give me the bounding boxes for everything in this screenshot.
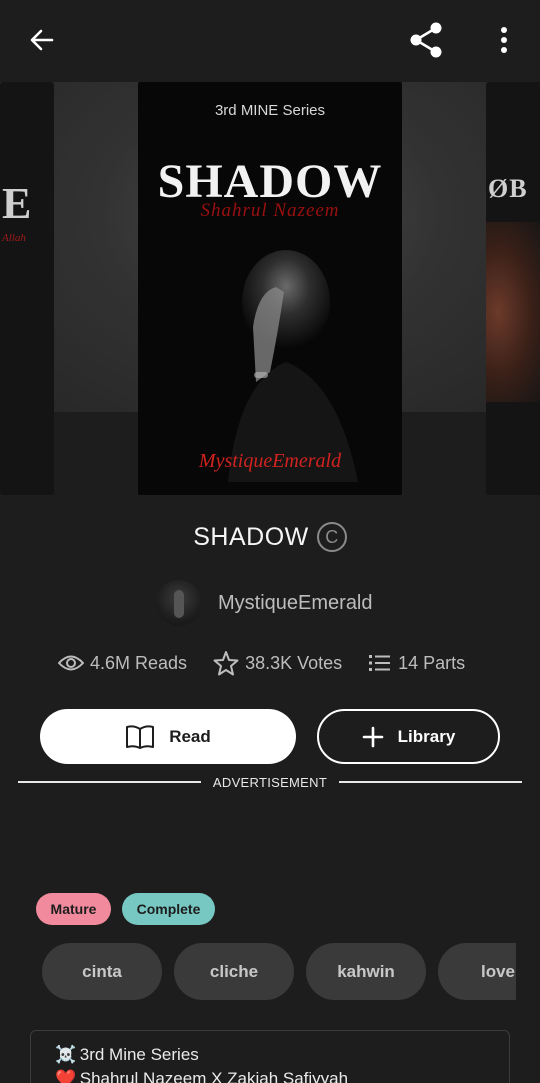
story-title: SHADOW	[193, 522, 309, 551]
cover-series-text: 3rd MINE Series	[214, 102, 326, 119]
cover-portrait-art	[228, 250, 358, 482]
reads-stat: 4.6M Reads	[58, 653, 187, 674]
previous-cover-title: E	[2, 179, 32, 228]
arrow-left-icon	[30, 29, 54, 51]
tag-chip[interactable]: cliche	[174, 943, 294, 1000]
book-cover[interactable]: 3rd MINE Series SHADOW Shahrul Nazeem My…	[138, 82, 402, 495]
complete-badge: Complete	[122, 893, 215, 925]
top-bar	[0, 0, 540, 82]
reads-count: 4.6M Reads	[90, 652, 188, 673]
description-text: Shahrul Nazeem X Zakiah Safiyyah	[79, 1069, 349, 1083]
copyright-glyph: C	[325, 526, 339, 547]
advertisement-label: ADVERTISEMENT	[212, 774, 328, 790]
parts-count: 14 Parts	[398, 652, 466, 673]
next-cover-art	[486, 222, 540, 402]
more-options-button[interactable]	[480, 16, 528, 64]
previous-cover[interactable]: E Allah	[0, 82, 54, 495]
advertisement-divider: ADVERTISEMENT	[18, 773, 522, 791]
tag-list: cinta cliche kahwin love	[42, 943, 516, 1000]
list-icon	[369, 655, 391, 671]
description-text: 3rd Mine Series	[79, 1045, 199, 1064]
story-title-row: SHADOW C	[0, 522, 540, 552]
divider-line	[18, 781, 201, 783]
share-icon	[410, 22, 442, 58]
tag-chip[interactable]: cinta	[42, 943, 162, 1000]
author-avatar[interactable]	[156, 580, 202, 626]
eye-icon	[58, 655, 84, 671]
next-cover-title: ØB	[488, 174, 528, 203]
read-button[interactable]: Read	[40, 709, 296, 764]
share-button[interactable]	[402, 16, 450, 64]
story-stats: 4.6M Reads 38.3K Votes 14 Parts	[58, 650, 465, 676]
copyright-icon: C	[316, 522, 347, 552]
read-button-label: Read	[169, 726, 211, 746]
add-to-library-button[interactable]: Library	[317, 709, 500, 764]
author-name[interactable]: MystiqueEmerald	[218, 592, 373, 615]
description-line: ❤️ Shahrul Nazeem X Zakiah Safiyyah	[55, 1069, 348, 1083]
cover-subtitle-text: Shahrul Nazeem	[200, 200, 340, 221]
description-card[interactable]: ☠️ 3rd Mine Series ❤️ Shahrul Nazeem X Z…	[30, 1030, 510, 1083]
description-line: ☠️ 3rd Mine Series	[55, 1045, 199, 1065]
tag-chip[interactable]: kahwin	[306, 943, 426, 1000]
hero-section: E Allah ØB 3rd MINE Series SHADOW Shahru…	[0, 0, 540, 500]
parts-stat[interactable]: 14 Parts	[368, 653, 465, 674]
skull-icon: ☠️	[55, 1045, 77, 1064]
next-cover[interactable]: ØB	[486, 82, 540, 495]
cover-pen-name: MystiqueEmerald	[198, 450, 342, 472]
previous-cover-subtitle: Allah	[2, 232, 26, 244]
library-button-label: Library	[397, 726, 456, 746]
heart-icon: ❤️	[55, 1069, 77, 1083]
mature-badge: Mature	[36, 893, 111, 925]
divider-line	[339, 781, 522, 783]
tag-chip[interactable]: love	[438, 943, 516, 1000]
author-link[interactable]: MystiqueEmerald	[156, 580, 373, 626]
votes-count: 38.3K Votes	[245, 652, 343, 673]
back-button[interactable]	[18, 16, 66, 64]
star-icon	[213, 651, 239, 676]
more-vertical-icon	[501, 27, 507, 53]
votes-stat: 38.3K Votes	[213, 650, 342, 676]
book-open-icon	[126, 724, 155, 749]
plus-icon	[362, 726, 383, 747]
